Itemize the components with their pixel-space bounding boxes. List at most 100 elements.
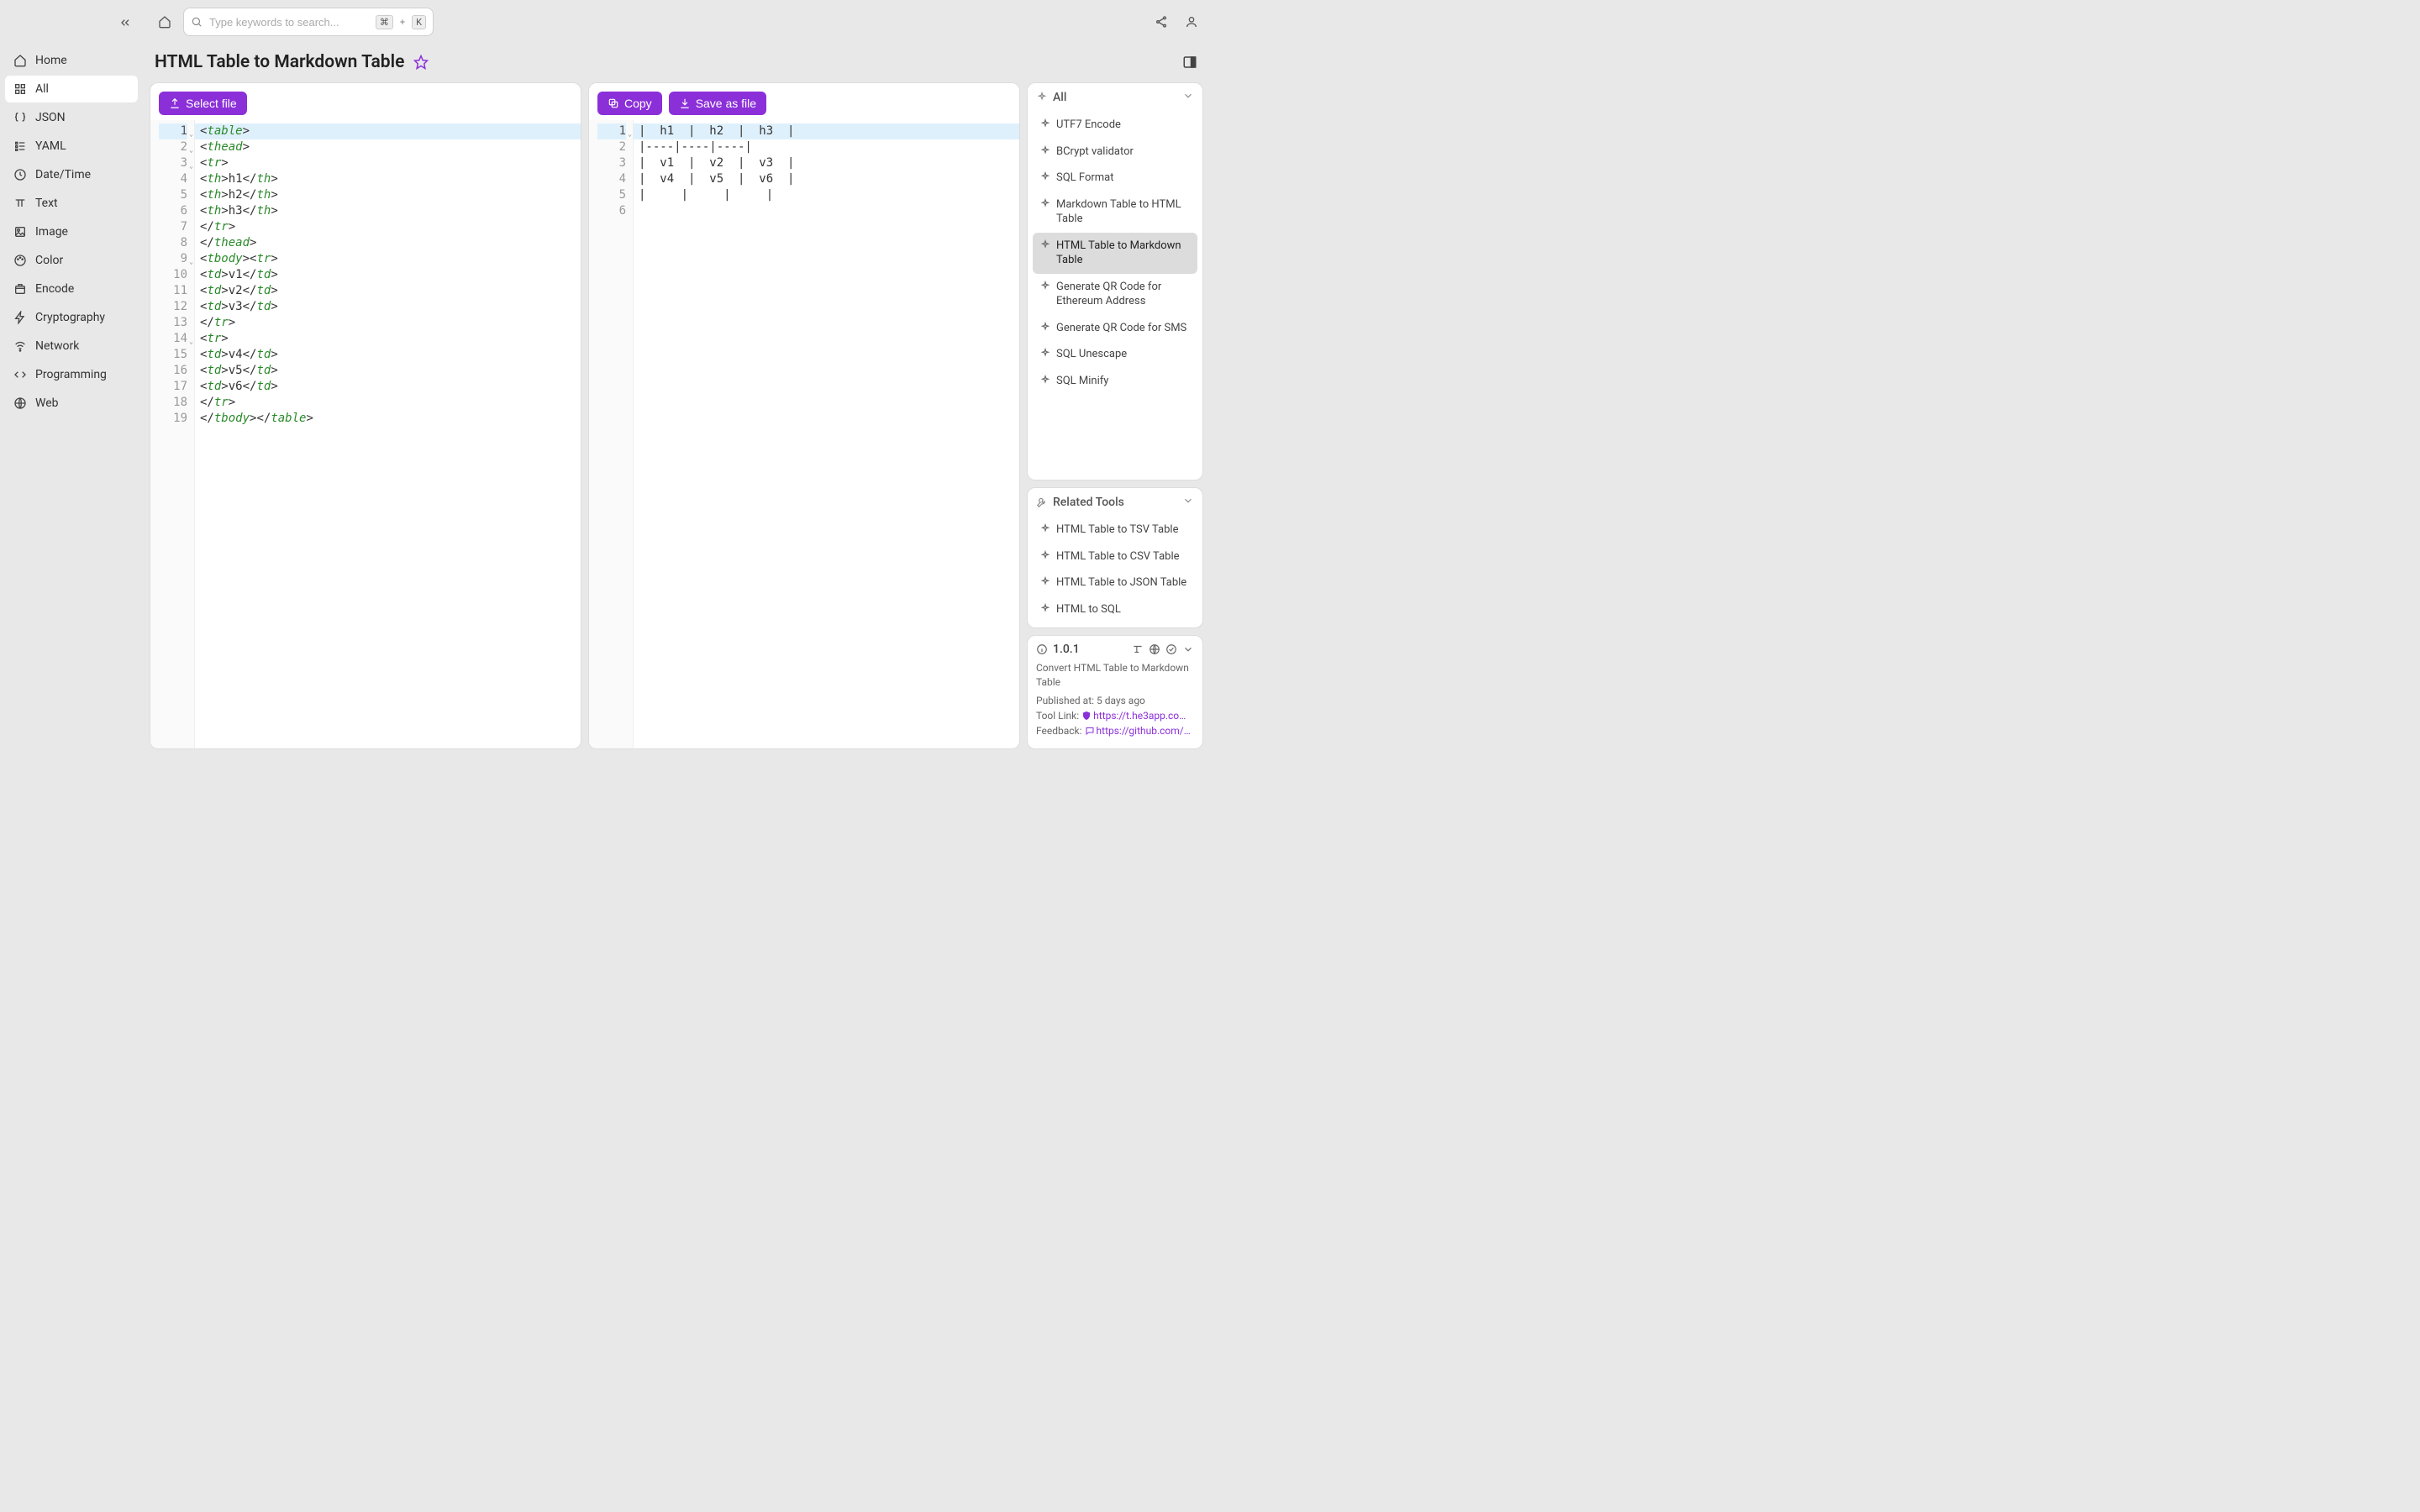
page-title: HTML Table to Markdown Table bbox=[155, 52, 404, 72]
sparkle-icon bbox=[1036, 92, 1048, 103]
copy-icon bbox=[608, 97, 619, 109]
user-icon bbox=[1185, 15, 1198, 29]
related-tool-label: HTML Table to JSON Table bbox=[1056, 575, 1186, 591]
tool-item-label: UTF7 Encode bbox=[1056, 118, 1121, 133]
home-icon bbox=[158, 15, 171, 29]
tool-item[interactable]: BCrypt validator bbox=[1033, 139, 1197, 165]
published-line: Published at: 5 days ago bbox=[1036, 695, 1194, 706]
related-tool-item[interactable]: HTML Table to JSON Table bbox=[1033, 570, 1197, 596]
version-label: 1.0.1 bbox=[1053, 643, 1080, 656]
sparkle-icon bbox=[1039, 171, 1051, 183]
related-tool-item[interactable]: HTML to SQL bbox=[1033, 596, 1197, 623]
sparkle-icon bbox=[1039, 603, 1051, 615]
title-row: HTML Table to Markdown Table bbox=[143, 44, 1210, 82]
related-tools-panel: Related Tools HTML Table to TSV TableHTM… bbox=[1027, 487, 1203, 628]
sidebar-item-text[interactable]: Text bbox=[5, 190, 138, 217]
sidebar-item-label: Cryptography bbox=[35, 311, 105, 324]
star-icon bbox=[413, 55, 429, 70]
sidebar-item-programming[interactable]: Programming bbox=[5, 361, 138, 388]
sidebar-item-date-time[interactable]: Date/Time bbox=[5, 161, 138, 188]
globe-icon[interactable] bbox=[1149, 643, 1160, 655]
tool-item[interactable]: Markdown Table to HTML Table bbox=[1033, 192, 1197, 233]
tool-item[interactable]: Generate QR Code for SMS bbox=[1033, 315, 1197, 342]
sidebar-item-label: Color bbox=[35, 254, 63, 267]
tool-item[interactable]: Generate QR Code for Ethereum Address bbox=[1033, 274, 1197, 315]
sidebar-item-label: Text bbox=[35, 197, 58, 210]
right-panel: All UTF7 Encode BCrypt validator SQL Forma… bbox=[1027, 82, 1203, 749]
wifi-icon bbox=[13, 339, 27, 353]
palette-icon bbox=[13, 254, 27, 267]
input-code-editor[interactable]: 1⌄2⌄3⌄456789⌄1011121314⌄1516171819 <tabl… bbox=[150, 120, 581, 748]
check-circle-icon[interactable] bbox=[1165, 643, 1177, 655]
select-file-button[interactable]: Select file bbox=[159, 92, 247, 115]
share-button[interactable] bbox=[1153, 13, 1170, 30]
sidebar-item-image[interactable]: Image bbox=[5, 218, 138, 245]
sidebar-item-cryptography[interactable]: Cryptography bbox=[5, 304, 138, 331]
all-panel-title: All bbox=[1053, 91, 1066, 104]
search-box[interactable]: ⌘ + K bbox=[183, 8, 434, 36]
chevron-down-icon[interactable] bbox=[1182, 643, 1194, 655]
all-panel-header[interactable]: All bbox=[1028, 83, 1202, 112]
output-editor-card: Copy Save as file 1⌄23456 | h1 | h2 | h3… bbox=[588, 82, 1020, 749]
search-input[interactable] bbox=[209, 16, 369, 29]
sidebar-item-all[interactable]: All bbox=[5, 76, 138, 102]
related-panel-header[interactable]: Related Tools bbox=[1028, 488, 1202, 517]
tool-item-label: SQL Unescape bbox=[1056, 347, 1127, 362]
sidebar-item-network[interactable]: Network bbox=[5, 333, 138, 360]
output-code-editor[interactable]: 1⌄23456 | h1 | h2 | h3 ||----|----|----|… bbox=[589, 120, 1019, 748]
type-icon[interactable] bbox=[1132, 643, 1144, 655]
tool-item[interactable]: SQL Minify bbox=[1033, 368, 1197, 395]
code-icon bbox=[13, 368, 27, 381]
sidebar-item-yaml[interactable]: YAML bbox=[5, 133, 138, 160]
tool-item-label: Generate QR Code for Ethereum Address bbox=[1056, 280, 1191, 309]
copy-button[interactable]: Copy bbox=[597, 92, 662, 115]
sidebar-item-encode[interactable]: Encode bbox=[5, 276, 138, 302]
tool-item-label: BCrypt validator bbox=[1056, 144, 1134, 160]
list-icon bbox=[13, 139, 27, 153]
related-tool-label: HTML to SQL bbox=[1056, 602, 1121, 617]
shield-icon bbox=[1081, 711, 1092, 721]
favorite-button[interactable] bbox=[413, 54, 429, 71]
sidebar-item-label: Date/Time bbox=[35, 168, 91, 181]
related-tool-item[interactable]: HTML Table to TSV Table bbox=[1033, 517, 1197, 543]
wrench-icon bbox=[1036, 496, 1048, 508]
sidebar-item-color[interactable]: Color bbox=[5, 247, 138, 274]
sidebar-collapse-button[interactable] bbox=[118, 15, 133, 30]
chevron-down-icon bbox=[1182, 495, 1194, 510]
tool-item-label: HTML Table to Markdown Table bbox=[1056, 239, 1191, 268]
home-button[interactable] bbox=[153, 10, 176, 34]
tool-item[interactable]: HTML Table to Markdown Table bbox=[1033, 233, 1197, 274]
box-icon bbox=[13, 282, 27, 296]
tool-item[interactable]: SQL Unescape bbox=[1033, 341, 1197, 368]
sidebar-item-label: Network bbox=[35, 339, 79, 353]
tool-link[interactable]: https://t.he3app.co… bbox=[1093, 710, 1186, 722]
sidebar-item-label: YAML bbox=[35, 139, 66, 153]
related-tool-item[interactable]: HTML Table to CSV Table bbox=[1033, 543, 1197, 570]
info-panel: 1.0.1 Convert HTML Table to Markdown Tab… bbox=[1027, 635, 1203, 749]
tool-link-line: Tool Link: https://t.he3app.co… bbox=[1036, 710, 1194, 722]
feedback-link[interactable]: https://github.com/… bbox=[1097, 725, 1191, 737]
tool-item[interactable]: UTF7 Encode bbox=[1033, 112, 1197, 139]
sparkle-icon bbox=[1039, 550, 1051, 562]
panel-toggle-button[interactable] bbox=[1181, 54, 1198, 71]
sparkle-icon bbox=[1039, 145, 1051, 157]
sparkle-icon bbox=[1039, 281, 1051, 292]
sparkle-icon bbox=[1039, 523, 1051, 535]
sidebar-item-web[interactable]: Web bbox=[5, 390, 138, 417]
sidebar-item-home[interactable]: Home bbox=[5, 47, 138, 74]
grid-icon bbox=[13, 82, 27, 96]
sidebar-item-json[interactable]: JSON bbox=[5, 104, 138, 131]
chat-icon bbox=[1085, 726, 1095, 736]
sparkle-icon bbox=[1039, 118, 1051, 130]
tool-item[interactable]: SQL Format bbox=[1033, 165, 1197, 192]
save-as-file-button[interactable]: Save as file bbox=[669, 92, 766, 115]
search-icon bbox=[191, 16, 203, 28]
sidebar-item-label: JSON bbox=[35, 111, 66, 124]
kbd-modifier: ⌘ bbox=[376, 15, 393, 29]
globe-icon bbox=[13, 396, 27, 410]
sparkle-icon bbox=[1039, 198, 1051, 210]
image-icon bbox=[13, 225, 27, 239]
info-icon bbox=[1036, 643, 1048, 655]
type-icon bbox=[13, 197, 27, 210]
profile-button[interactable] bbox=[1183, 13, 1200, 30]
